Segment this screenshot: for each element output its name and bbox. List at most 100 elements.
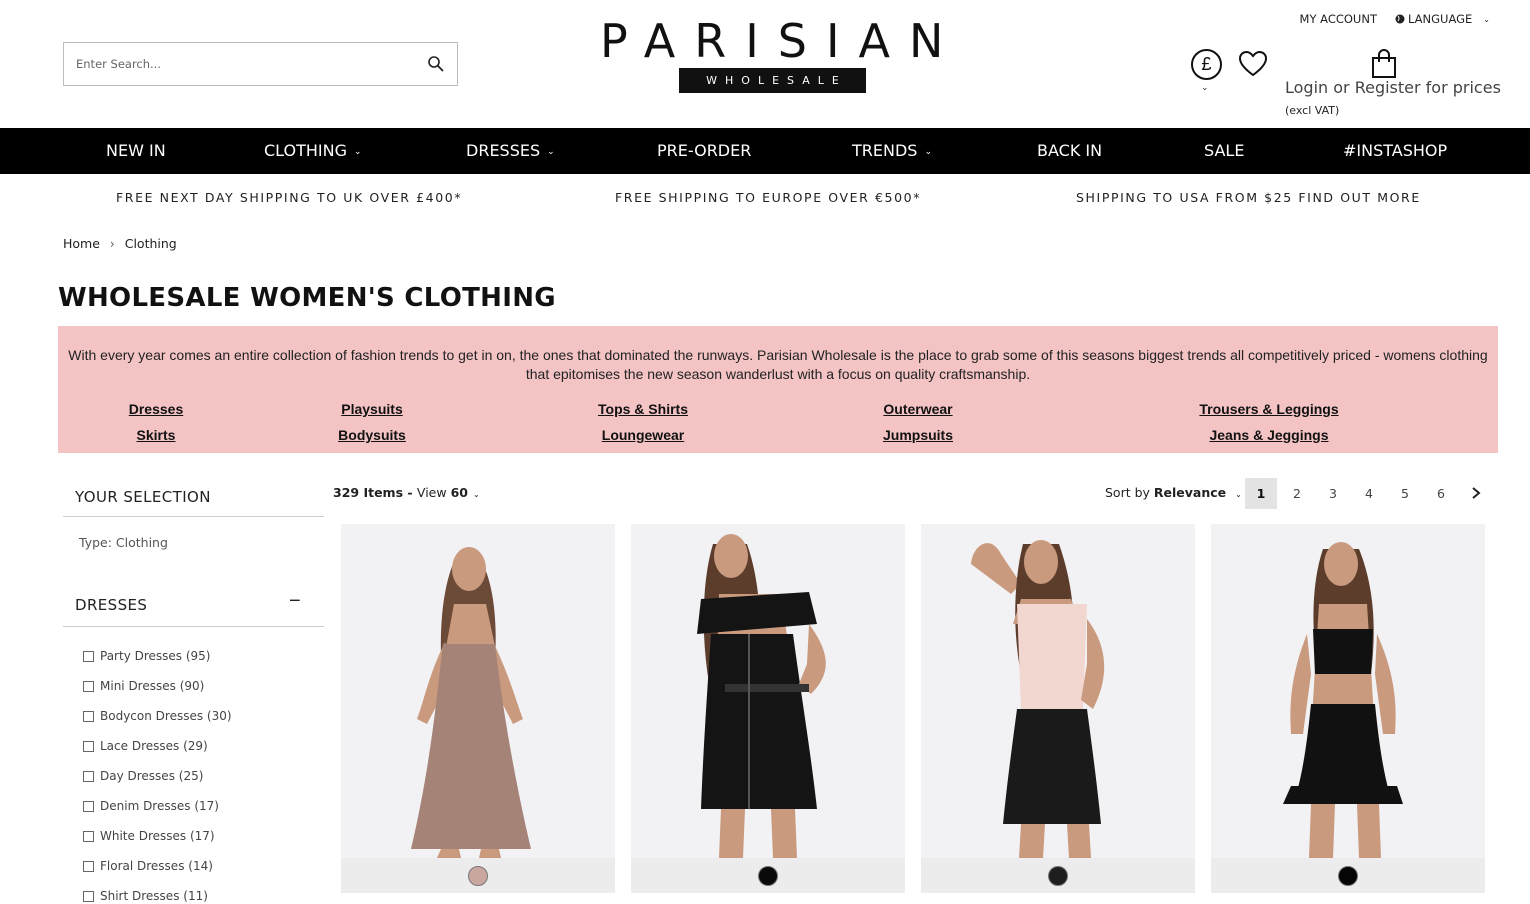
model-photo [1283, 542, 1403, 858]
page-3-button[interactable]: 3 [1317, 478, 1349, 509]
page-1-button[interactable]: 1 [1245, 478, 1277, 509]
view-label: View [416, 485, 447, 500]
filter-option[interactable]: White Dresses (17) [83, 829, 215, 843]
collapse-icon[interactable]: − [289, 590, 301, 613]
dress-shape [1003, 709, 1101, 824]
chevron-down-icon: ⌄ [924, 147, 932, 157]
breadcrumb-current: Clothing [124, 236, 177, 251]
items-total: 329 Items [333, 485, 404, 500]
subcategory-link[interactable]: Outerwear [883, 401, 952, 417]
promo-usa-shipping[interactable]: SHIPPING TO USA FROM $25 FIND OUT MORE [1076, 190, 1421, 205]
subcategory-link[interactable]: Jeans & Jeggings [1209, 427, 1328, 443]
view-value: 60 [450, 485, 468, 500]
dress-shape [697, 592, 817, 634]
colour-swatch[interactable] [758, 866, 778, 886]
subcategory-link[interactable]: Dresses [129, 401, 184, 417]
heart-icon[interactable] [1238, 50, 1268, 78]
product-image[interactable] [1211, 524, 1485, 858]
sort-value: Relevance [1153, 485, 1227, 500]
product-card[interactable] [1211, 524, 1485, 893]
product-image[interactable] [631, 524, 905, 858]
checkbox[interactable] [83, 710, 94, 722]
page-5-button[interactable]: 5 [1389, 478, 1421, 509]
dresses-filter-heading[interactable]: DRESSES [75, 596, 147, 614]
language-label: LANGUAGE [1407, 12, 1473, 26]
nav-item-trends[interactable]: TRENDS ⌄ [852, 128, 932, 174]
items-count: 329 Items - View 60 ⌄ [333, 485, 480, 500]
colour-swatch[interactable] [1048, 866, 1068, 886]
promo-uk-shipping[interactable]: FREE NEXT DAY SHIPPING TO UK OVER £400* [116, 190, 462, 205]
selected-filter[interactable]: Type: Clothing [79, 535, 168, 550]
nav-item-new-in[interactable]: NEW IN [106, 128, 166, 174]
top-links: MY ACCOUNT LANGUAGE ⌄ [1300, 12, 1490, 26]
product-card[interactable] [631, 524, 905, 893]
nav-label: TRENDS [852, 141, 918, 160]
category-intro-text: With every year comes an entire collecti… [68, 347, 1488, 382]
subcategory-link[interactable]: Skirts [137, 427, 176, 443]
nav-item-back-in[interactable]: BACK IN [1037, 128, 1102, 174]
dress-shape [1313, 629, 1373, 674]
language-selector[interactable]: LANGUAGE ⌄ [1395, 12, 1490, 26]
filter-label: White Dresses (17) [100, 829, 215, 843]
nav-item-dresses[interactable]: DRESSES ⌄ [466, 128, 555, 174]
subcategory-link[interactable]: Jumpsuits [883, 427, 953, 443]
filter-option[interactable]: Floral Dresses (14) [83, 859, 213, 873]
sort-selector[interactable]: Sort by Relevance ⌄ [1105, 485, 1242, 500]
subcategory-link[interactable]: Bodysuits [338, 427, 406, 443]
checkbox[interactable] [83, 650, 94, 662]
model-photo [971, 540, 1105, 858]
category-intro-panel: With every year comes an entire collecti… [58, 326, 1498, 453]
shopping-bag-icon[interactable] [1370, 48, 1398, 80]
checkbox[interactable] [83, 800, 94, 812]
product-image[interactable] [921, 524, 1195, 858]
product-image[interactable] [341, 524, 615, 858]
checkbox[interactable] [83, 680, 94, 692]
subcategory-link[interactable]: Tops & Shirts [598, 401, 688, 417]
filter-option[interactable]: Lace Dresses (29) [83, 739, 208, 753]
filter-option[interactable]: Bodycon Dresses (30) [83, 709, 232, 723]
product-card[interactable] [921, 524, 1195, 893]
product-card[interactable] [341, 524, 615, 893]
checkbox[interactable] [83, 830, 94, 842]
dress-shape [411, 644, 531, 849]
page-6-button[interactable]: 6 [1425, 478, 1457, 509]
model-photo [697, 534, 826, 858]
search-icon[interactable] [427, 55, 445, 73]
chevron-down-icon: ⌄ [547, 147, 555, 157]
page-2-button[interactable]: 2 [1281, 478, 1313, 509]
checkbox[interactable] [83, 890, 94, 902]
subcategory-link[interactable]: Trousers & Leggings [1199, 401, 1338, 417]
view-per-page-selector[interactable]: 60 ⌄ [451, 485, 480, 500]
my-account-link[interactable]: MY ACCOUNT [1300, 12, 1377, 26]
subcategory-link[interactable]: Loungewear [602, 427, 684, 443]
nav-item-clothing[interactable]: CLOTHING ⌄ [264, 128, 362, 174]
filter-option[interactable]: Mini Dresses (90) [83, 679, 204, 693]
checkbox[interactable] [83, 860, 94, 872]
subcategory-link[interactable]: Playsuits [341, 401, 402, 417]
search-box[interactable] [63, 42, 458, 86]
nav-item-pre-order[interactable]: PRE-ORDER [657, 128, 751, 174]
checkbox[interactable] [83, 740, 94, 752]
dress-shape [1297, 704, 1389, 792]
site-logo[interactable]: PARISIAN WHOLESALE [600, 18, 956, 94]
nav-item-instashop[interactable]: #INSTASHOP [1343, 128, 1447, 174]
colour-swatch[interactable] [468, 866, 488, 886]
breadcrumb-home[interactable]: Home [63, 236, 100, 251]
nav-label: DRESSES [466, 141, 541, 160]
checkbox[interactable] [83, 770, 94, 782]
promo-europe-shipping[interactable]: FREE SHIPPING TO EUROPE OVER €500* [615, 190, 921, 205]
filter-option[interactable]: Shirt Dresses (11) [83, 889, 208, 903]
filter-label: Shirt Dresses (11) [100, 889, 208, 903]
colour-swatch[interactable] [1338, 866, 1358, 886]
filter-option[interactable]: Day Dresses (25) [83, 769, 203, 783]
page-4-button[interactable]: 4 [1353, 478, 1385, 509]
search-input[interactable] [64, 43, 404, 85]
currency-selector[interactable]: £ [1191, 49, 1222, 80]
main-nav: NEW IN CLOTHING ⌄ DRESSES ⌄ PRE-ORDER TREN… [0, 128, 1530, 174]
filter-option[interactable]: Denim Dresses (17) [83, 799, 219, 813]
filter-label: Mini Dresses (90) [100, 679, 205, 693]
filter-option[interactable]: Party Dresses (95) [83, 649, 210, 663]
login-register-link[interactable]: Login or Register for prices [1285, 78, 1501, 97]
chevron-right-icon[interactable] [1469, 486, 1483, 500]
nav-item-sale[interactable]: SALE [1204, 128, 1244, 174]
